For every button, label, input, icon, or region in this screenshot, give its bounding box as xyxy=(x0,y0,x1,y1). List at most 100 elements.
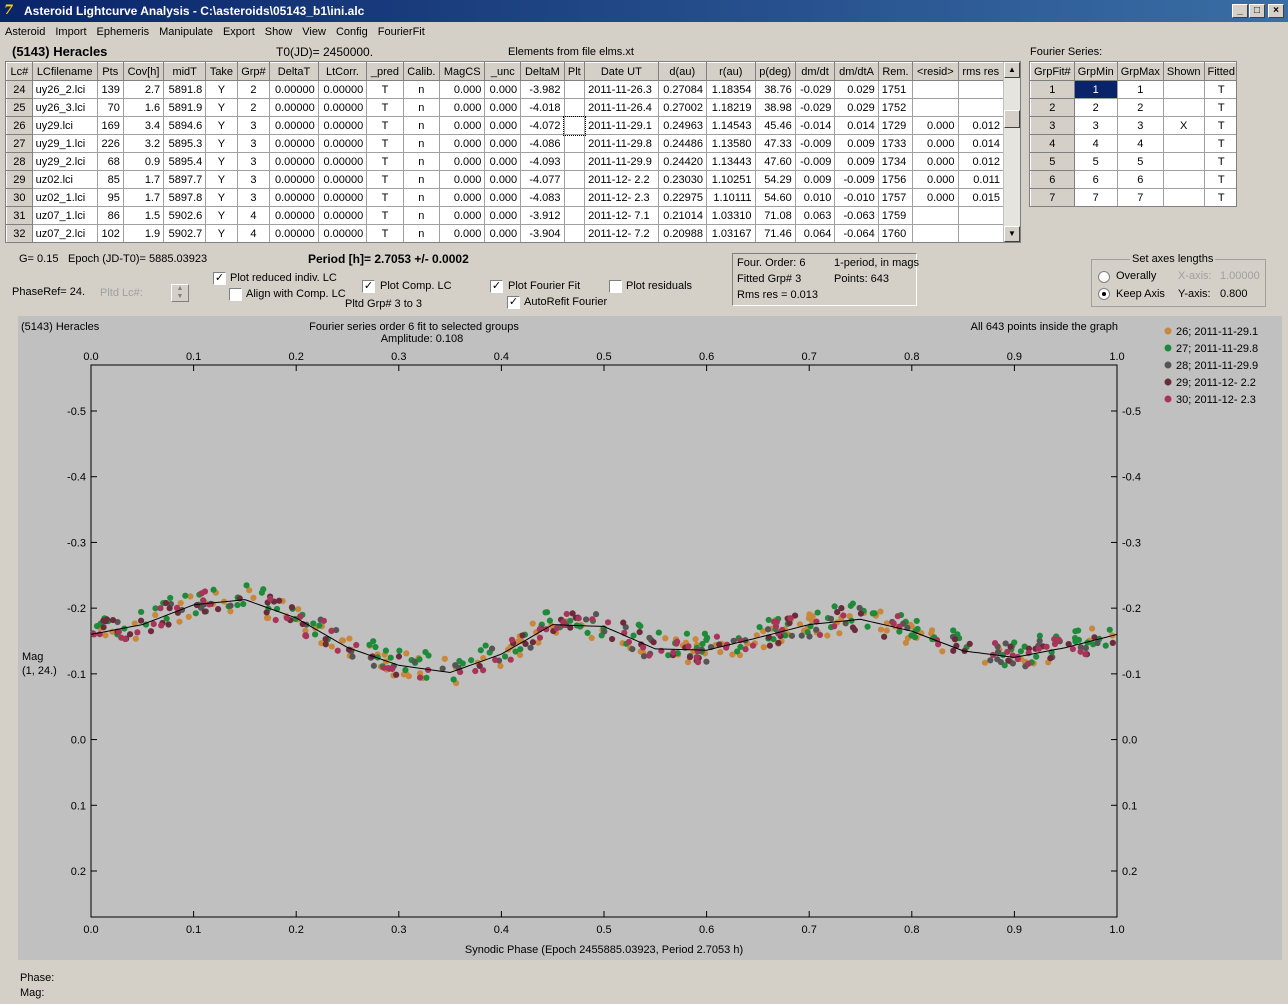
lc-col-header[interactable]: Take xyxy=(205,62,238,81)
lc-col-header[interactable]: DeltaM xyxy=(520,62,565,81)
table-cell[interactable]: -3.912 xyxy=(520,206,565,225)
menu-fourierfit[interactable]: FourierFit xyxy=(373,24,430,38)
maximize-button[interactable]: □ xyxy=(1249,4,1265,18)
table-cell[interactable]: 1759 xyxy=(877,206,914,225)
table-cell[interactable]: 0.000 xyxy=(439,152,486,171)
table-cell[interactable]: T xyxy=(1203,188,1236,206)
lc-col-header[interactable]: <resid> xyxy=(912,62,959,81)
table-cell[interactable]: 3.4 xyxy=(122,116,165,135)
plot-fourier-checkbox[interactable]: ✓ xyxy=(490,280,503,293)
table-cell[interactable]: 5894.6 xyxy=(163,116,207,135)
table-cell[interactable]: Y xyxy=(205,206,238,225)
table-row[interactable]: 555T xyxy=(1030,152,1236,171)
table-cell[interactable]: n xyxy=(402,152,441,171)
table-cell[interactable] xyxy=(563,170,586,189)
fourier-col-header[interactable]: GrpFit# xyxy=(1030,62,1075,81)
table-cell[interactable] xyxy=(563,206,586,225)
close-button[interactable]: × xyxy=(1268,4,1284,18)
table-cell[interactable]: 47.60 xyxy=(754,152,796,171)
table-cell[interactable]: 0.010 xyxy=(794,188,836,207)
table-cell[interactable] xyxy=(957,98,1005,117)
table-cell[interactable]: -0.009 xyxy=(794,152,836,171)
table-cell[interactable]: 1.10111 xyxy=(706,188,756,207)
table-cell[interactable]: uz07_2.lci xyxy=(31,224,98,242)
scroll-down-button[interactable]: ▼ xyxy=(1004,226,1020,242)
table-cell[interactable]: 3 xyxy=(236,188,271,207)
table-cell[interactable]: uy26_2.lci xyxy=(31,80,98,99)
table-cell[interactable]: -0.029 xyxy=(794,80,836,99)
pltd-lc-spinner[interactable]: ▲ ▼ xyxy=(171,284,189,302)
menu-show[interactable]: Show xyxy=(260,24,298,38)
table-cell[interactable]: n xyxy=(402,116,441,135)
table-cell[interactable] xyxy=(563,224,586,242)
table-cell[interactable]: -0.009 xyxy=(794,134,836,153)
table-cell[interactable]: 1.14543 xyxy=(706,116,756,135)
table-cell[interactable] xyxy=(1162,80,1205,99)
table-cell[interactable]: 3 xyxy=(1030,116,1075,135)
table-row[interactable]: 31 uz07_1.lci 86 1.5 5902.6 Y 4 0.00000 0.00000 T… xyxy=(6,206,1005,225)
table-row[interactable]: 32 uz07_2.lci 102 1.9 5902.7 Y 4 0.00000 0.00000… xyxy=(6,224,1005,242)
lightcurve-plot-panel[interactable]: 0.0 0.0 0.1 0.1 0.2 0.2 0.3 0.3 0.4 0.4 0.5 0.5 0.6 0… xyxy=(18,316,1282,960)
table-cell[interactable]: 0.064 xyxy=(794,224,836,242)
lc-col-header[interactable]: Date UT xyxy=(584,62,659,81)
table-cell[interactable]: 2011-12- 2.2 xyxy=(584,170,659,189)
table-cell[interactable]: 2 xyxy=(236,80,271,99)
lc-col-header[interactable]: _pred xyxy=(366,62,404,81)
table-cell[interactable]: 3.2 xyxy=(122,134,165,153)
table-cell[interactable]: 0.00000 xyxy=(269,98,319,117)
table-cell[interactable]: 5897.7 xyxy=(163,170,207,189)
table-cell[interactable]: 2011-11-26.3 xyxy=(584,80,659,99)
autorefit-checkbox[interactable]: ✓ xyxy=(507,296,520,309)
table-cell[interactable]: 2 xyxy=(1030,98,1075,117)
table-cell[interactable]: 0.012 xyxy=(957,152,1005,171)
table-cell[interactable]: 7 xyxy=(1116,188,1164,206)
table-cell[interactable]: 0.000 xyxy=(439,188,486,207)
table-cell[interactable]: 0.00000 xyxy=(317,224,368,242)
table-cell[interactable]: 0.000 xyxy=(439,170,486,189)
table-cell[interactable]: 5 xyxy=(1073,152,1118,171)
table-cell[interactable] xyxy=(1162,152,1205,171)
table-cell[interactable] xyxy=(563,134,586,153)
table-cell[interactable]: 2 xyxy=(236,98,271,117)
table-cell[interactable]: 1.5 xyxy=(122,206,165,225)
table-cell[interactable]: 0.012 xyxy=(957,116,1005,135)
table-cell[interactable]: 70 xyxy=(96,98,124,117)
table-cell[interactable]: 5902.7 xyxy=(163,224,207,242)
fourier-col-header[interactable]: GrpMax xyxy=(1116,62,1164,81)
table-cell[interactable] xyxy=(912,206,959,225)
table-cell[interactable] xyxy=(1162,170,1205,189)
table-cell[interactable]: 0.029 xyxy=(834,98,879,117)
table-cell[interactable]: 0.00000 xyxy=(317,116,368,135)
table-cell[interactable]: T xyxy=(1203,116,1236,135)
table-cell[interactable]: T xyxy=(366,188,404,207)
table-cell[interactable]: Y xyxy=(205,116,238,135)
table-cell[interactable]: 5895.4 xyxy=(163,152,207,171)
align-comp-checkbox[interactable] xyxy=(229,288,242,301)
table-cell[interactable] xyxy=(912,98,959,117)
table-cell[interactable]: 0.000 xyxy=(484,170,522,189)
table-row[interactable]: 29 uz02.lci 85 1.7 5897.7 Y 3 0.00000 0.00000 Tn 0… xyxy=(6,170,1005,189)
lc-col-header[interactable]: dm/dtA xyxy=(834,62,879,81)
table-cell[interactable]: n xyxy=(402,170,441,189)
menu-ephemeris[interactable]: Ephemeris xyxy=(92,24,155,38)
table-cell[interactable]: 0.000 xyxy=(484,224,522,242)
table-cell[interactable]: 1.18219 xyxy=(706,98,756,117)
table-cell[interactable]: T xyxy=(1203,80,1236,99)
table-cell[interactable]: T xyxy=(1203,134,1236,153)
table-cell[interactable]: 0.009 xyxy=(834,134,879,153)
menu-import[interactable]: Import xyxy=(50,24,91,38)
lc-col-header[interactable]: Calib. xyxy=(402,62,441,81)
lc-col-header[interactable]: Lc# xyxy=(6,62,33,81)
table-cell[interactable]: -0.014 xyxy=(794,116,836,135)
table-cell[interactable]: n xyxy=(402,188,441,207)
table-cell[interactable]: 54.60 xyxy=(754,188,796,207)
table-cell[interactable]: 5891.9 xyxy=(163,98,207,117)
table-cell[interactable]: 26 xyxy=(6,116,33,135)
table-cell[interactable]: Y xyxy=(205,224,238,242)
table-cell[interactable] xyxy=(1162,98,1205,117)
table-cell[interactable]: Y xyxy=(205,188,238,207)
table-row[interactable]: 333XT xyxy=(1030,116,1236,135)
table-cell[interactable] xyxy=(563,98,586,117)
fourier-col-header[interactable]: Shown xyxy=(1162,62,1205,81)
scroll-thumb[interactable] xyxy=(1004,110,1020,128)
